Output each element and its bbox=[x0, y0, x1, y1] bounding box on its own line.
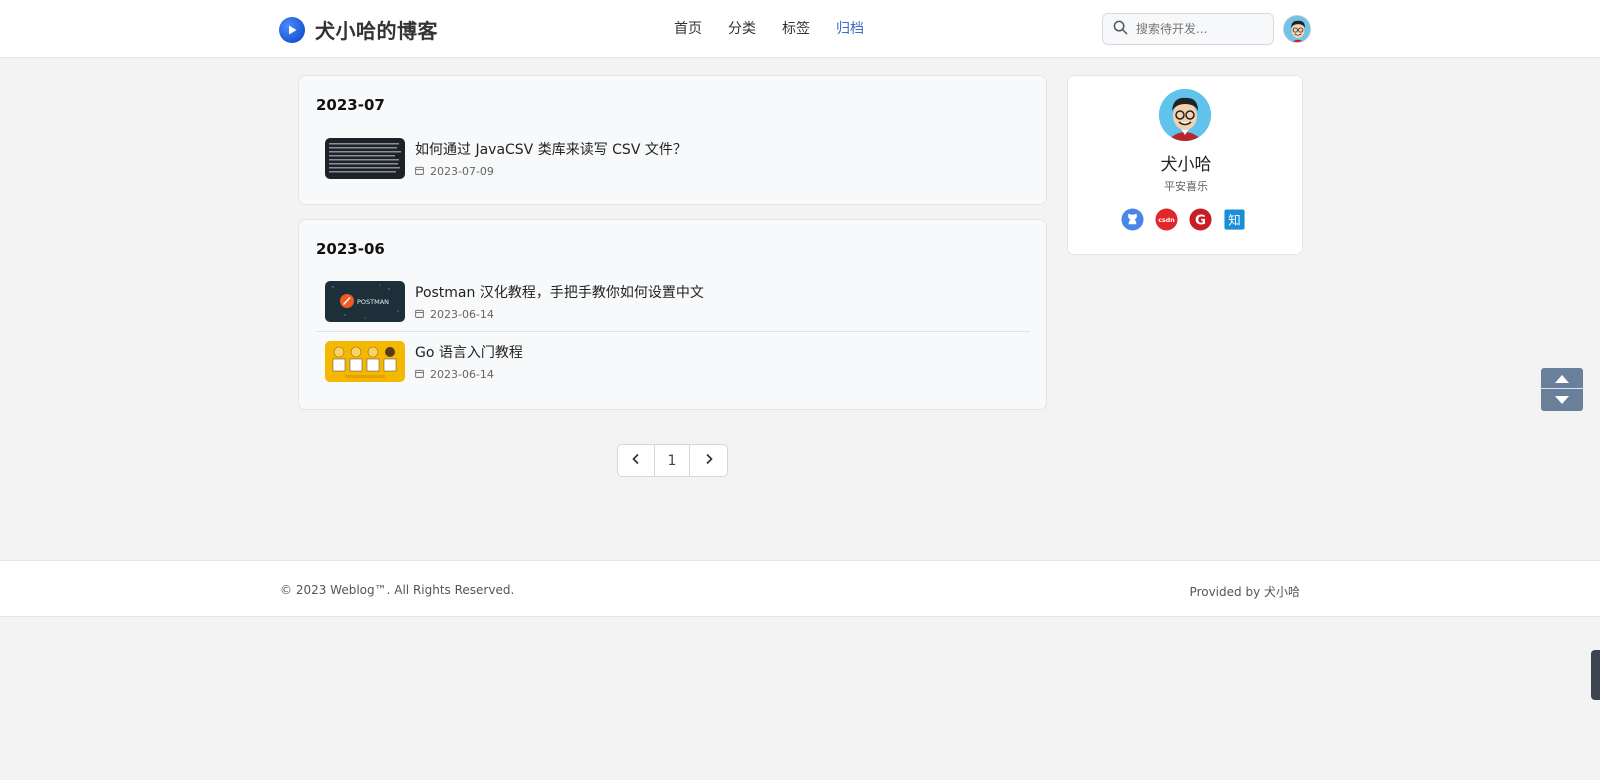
search-icon bbox=[1113, 20, 1128, 39]
post-item[interactable]: 如何通过 JavaCSV 类库来读写 CSV 文件？ 2023-07-09 bbox=[316, 128, 1030, 188]
scroll-buttons bbox=[1541, 368, 1583, 411]
site-header: 犬小哈的博客 首页 分类 标签 归档 bbox=[0, 0, 1600, 58]
site-footer: © 2023 Weblog™. All Rights Reserved. Pro… bbox=[0, 560, 1600, 617]
nav-item-tags[interactable]: 标签 bbox=[782, 18, 810, 38]
zhihu-link[interactable]: 知 bbox=[1223, 208, 1246, 235]
profile-name: 犬小哈 bbox=[1160, 155, 1212, 175]
page-number-button[interactable]: 1 bbox=[655, 445, 690, 476]
postman-thumbnail: POSTMAN bbox=[325, 280, 405, 322]
scroll-bottom-button[interactable] bbox=[1541, 389, 1583, 410]
svg-text:G: G bbox=[1195, 213, 1206, 228]
svg-text:知: 知 bbox=[1228, 212, 1240, 227]
calendar-icon bbox=[415, 165, 430, 178]
nav-item-categories[interactable]: 分类 bbox=[728, 18, 756, 38]
github-link[interactable] bbox=[1121, 208, 1144, 235]
post-item[interactable]: POSTMAN Postman 汉化教程，手把手教你如何设置中文 2023-06… bbox=[316, 271, 1030, 331]
calendar-icon bbox=[415, 308, 430, 321]
svg-text:POSTMAN: POSTMAN bbox=[357, 298, 389, 306]
user-avatar[interactable] bbox=[1283, 15, 1311, 43]
terminal-thumbnail bbox=[325, 137, 405, 179]
brand-title: 犬小哈的博客 bbox=[315, 19, 438, 43]
search-input[interactable] bbox=[1136, 22, 1266, 36]
gitee-link[interactable]: G bbox=[1189, 208, 1212, 235]
post-date: 2023-06-14 bbox=[415, 308, 704, 321]
profile-avatar bbox=[1159, 89, 1211, 141]
csdn-link[interactable]: csdn bbox=[1155, 208, 1178, 235]
social-links: csdn G 知 bbox=[1121, 208, 1246, 235]
svg-text:csdn: csdn bbox=[1158, 217, 1174, 224]
month-title: 2023-07 bbox=[316, 96, 385, 114]
search-box[interactable] bbox=[1102, 13, 1274, 45]
archive-month-card: 2023-07 如何通过 JavaCSV 类库来读写 CSV 文件？ 2023-… bbox=[298, 75, 1047, 205]
post-item[interactable]: Go 语言入门教程 2023-06-14 bbox=[316, 331, 1030, 391]
calendar-icon bbox=[415, 368, 430, 381]
pagination: 1 bbox=[617, 444, 728, 477]
go-thumbnail bbox=[325, 341, 405, 382]
side-widget-handle[interactable] bbox=[1591, 650, 1600, 700]
next-page-button[interactable] bbox=[690, 445, 727, 476]
github-icon bbox=[1121, 208, 1144, 235]
gitee-icon: G bbox=[1189, 208, 1212, 235]
play-logo-icon bbox=[279, 16, 305, 43]
prev-page-button[interactable] bbox=[618, 445, 655, 476]
archive-month-card: 2023-06 POSTMAN Postman 汉化教程，手把手教你如何设置中文… bbox=[298, 219, 1047, 410]
scroll-top-button[interactable] bbox=[1541, 368, 1583, 389]
profile-card: 犬小哈 平安喜乐 csdn G 知 bbox=[1067, 75, 1303, 255]
chevron-left-icon bbox=[631, 453, 641, 469]
arrow-up-icon bbox=[1554, 369, 1570, 388]
zhihu-icon: 知 bbox=[1223, 208, 1246, 235]
post-title[interactable]: Go 语言入门教程 bbox=[415, 342, 523, 362]
brand[interactable]: 犬小哈的博客 bbox=[279, 15, 438, 44]
post-title[interactable]: Postman 汉化教程，手把手教你如何设置中文 bbox=[415, 282, 704, 302]
provided-by-text: Provided by 犬小哈 bbox=[1189, 585, 1300, 599]
nav-item-home[interactable]: 首页 bbox=[674, 18, 702, 38]
csdn-icon: csdn bbox=[1155, 208, 1178, 235]
nav-item-archive[interactable]: 归档 bbox=[836, 18, 864, 38]
arrow-down-icon bbox=[1554, 390, 1570, 409]
profile-motto: 平安喜乐 bbox=[1164, 180, 1208, 193]
main-nav: 首页 分类 标签 归档 bbox=[674, 18, 890, 38]
post-date: 2023-06-14 bbox=[415, 368, 523, 381]
copyright-text: © 2023 Weblog™. All Rights Reserved. bbox=[280, 583, 515, 597]
post-date: 2023-07-09 bbox=[415, 165, 687, 178]
chevron-right-icon bbox=[704, 453, 714, 469]
month-title: 2023-06 bbox=[316, 240, 385, 258]
post-title[interactable]: 如何通过 JavaCSV 类库来读写 CSV 文件？ bbox=[415, 139, 687, 159]
